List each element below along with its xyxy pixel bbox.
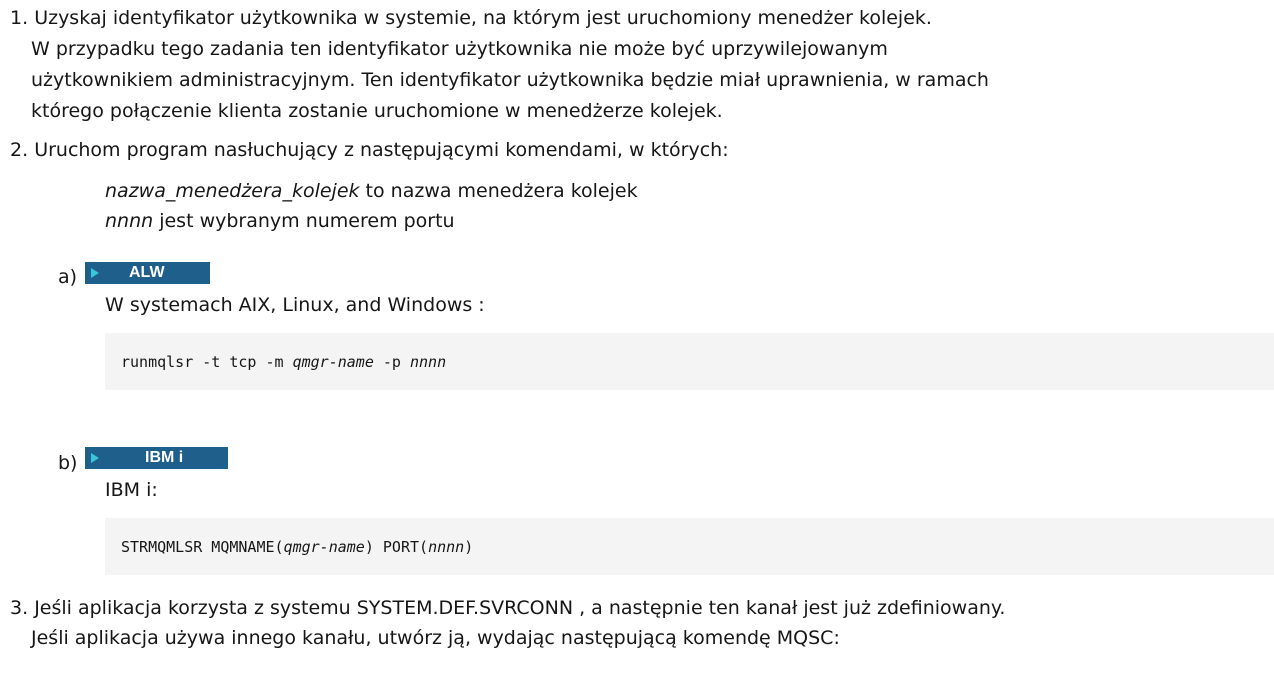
code-placeholder: qmgr-name (292, 353, 374, 371)
platform-badge-ibm-i: IBM i (85, 447, 228, 469)
code-line: STRMQMLSR MQMNAME(qmgr-name) PORT(nnnn) (121, 538, 474, 556)
step-3-line-2: Jeśli aplikacja używa innego kanału, utw… (31, 627, 840, 649)
definition-desc: jest wybranym numerem portu (153, 210, 455, 232)
substep-b-text: IBM i: (105, 479, 158, 501)
definition-desc: to nazwa menedżera kolejek (359, 180, 638, 202)
substep-a-marker: a) (58, 266, 78, 288)
definition-port: nnnn jest wybranym numerem portu (105, 208, 455, 234)
code-placeholder: nnnn (428, 538, 465, 556)
definition-term: nnnn (105, 210, 154, 232)
badge-arrow-icon (91, 268, 99, 278)
badge-label: ALW (129, 264, 165, 281)
document-page: 1. Uzyskaj identyfikator użytkownika w s… (0, 0, 1274, 690)
code-line: runmqlsr -t tcp -m qmgr-name -p nnnn (121, 353, 447, 371)
step-1-line-1: 1. Uzyskaj identyfikator użytkownika w s… (10, 7, 932, 29)
definition-queue-manager-name: nazwa_menedżera_kolejek to nazwa menedże… (105, 178, 638, 204)
step-1-marker: 1. (10, 7, 29, 29)
code-block: STRMQMLSR MQMNAME(qmgr-name) PORT(nnnn) (105, 518, 1274, 575)
substep-a-text: W systemach AIX, Linux, and Windows : (105, 294, 485, 316)
badge-label: IBM i (145, 449, 184, 466)
badge-arrow-icon (91, 453, 99, 463)
definition-term: nazwa_menedżera_kolejek (105, 180, 360, 202)
code-placeholder: qmgr-name (283, 538, 365, 556)
step-2-line-1: 2. Uruchom program nasłuchujący z następ… (10, 139, 729, 161)
step-3-line-1: 3. Jeśli aplikacja korzysta z systemu SY… (10, 597, 1006, 619)
substep-b-marker: b) (58, 452, 78, 474)
step-1-line-4: którego połączenie klienta zostanie uruc… (31, 100, 723, 122)
step-2-marker: 2. (10, 139, 29, 161)
step-1-line-3: użytkownikiem administracyjnym. Ten iden… (31, 69, 989, 91)
code-placeholder: nnnn (410, 353, 447, 371)
step-1-line-2: W przypadku tego zadania ten identyfikat… (31, 38, 888, 60)
platform-badge-alw: ALW (85, 262, 210, 284)
code-block: runmqlsr -t tcp -m qmgr-name -p nnnn (105, 333, 1274, 390)
step-3-marker: 3. (10, 597, 29, 619)
